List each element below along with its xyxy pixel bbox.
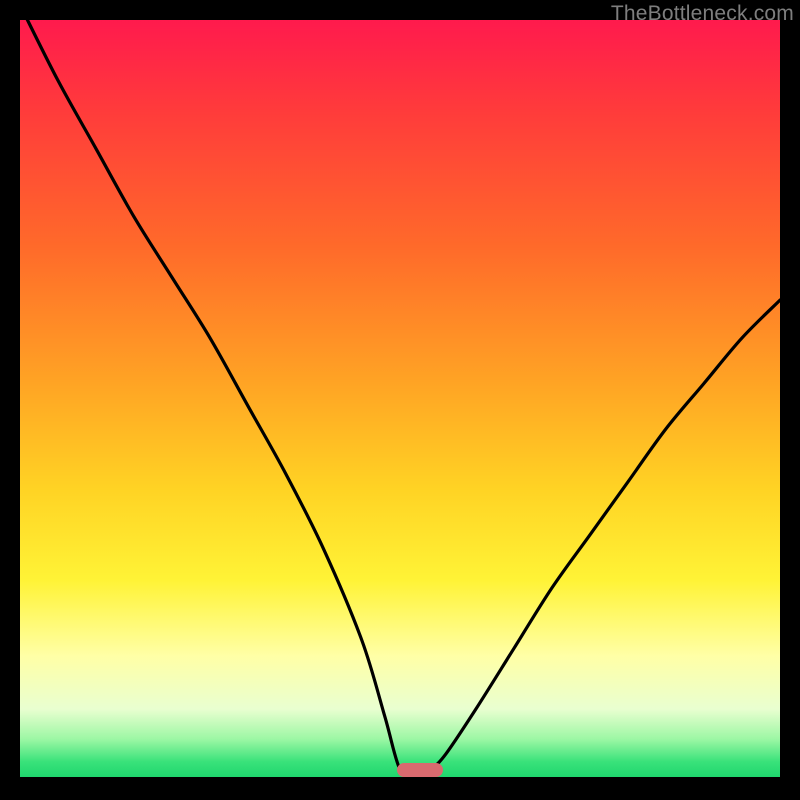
bottleneck-curve <box>20 20 780 777</box>
plot-area <box>20 20 780 777</box>
chart-frame: TheBottleneck.com <box>0 0 800 800</box>
optimum-marker <box>397 763 443 777</box>
